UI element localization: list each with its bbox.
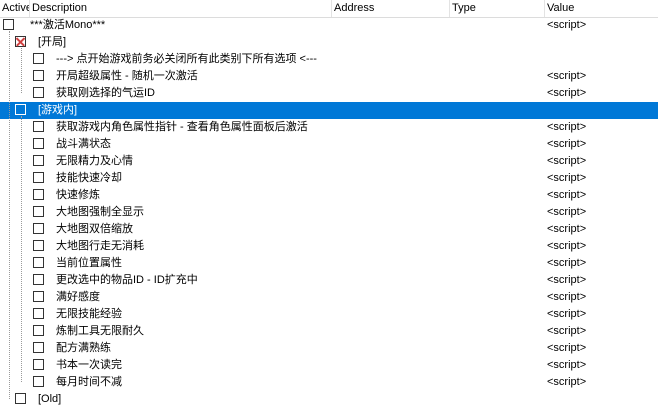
row-value[interactable]: <script> bbox=[547, 374, 586, 391]
table-row[interactable]: 无限技能经验 <script> bbox=[0, 306, 658, 323]
table-row[interactable]: [Old] bbox=[0, 391, 658, 408]
row-description: 当前位置属性 bbox=[56, 257, 122, 269]
table-row[interactable]: 快速修炼 <script> bbox=[0, 187, 658, 204]
active-checkbox[interactable] bbox=[33, 223, 44, 234]
table-row[interactable]: 技能快速冷却 <script> bbox=[0, 170, 658, 187]
row-description: 满好感度 bbox=[56, 291, 100, 303]
active-checkbox[interactable] bbox=[33, 359, 44, 370]
row-description: 炼制工具无限耐久 bbox=[56, 325, 144, 337]
active-checkbox[interactable] bbox=[33, 172, 44, 183]
active-checkbox[interactable] bbox=[33, 155, 44, 166]
active-checkbox[interactable] bbox=[33, 206, 44, 217]
active-checkbox[interactable] bbox=[33, 240, 44, 251]
row-description: 无限技能经验 bbox=[56, 308, 122, 320]
column-description[interactable]: Description bbox=[30, 0, 332, 17]
table-row[interactable]: 更改选中的物品ID - ID扩充中 <script> bbox=[0, 272, 658, 289]
column-type[interactable]: Type bbox=[450, 0, 545, 17]
row-description: 开局超级属性 - 随机一次激活 bbox=[56, 70, 198, 82]
active-checkbox[interactable] bbox=[33, 70, 44, 81]
tree-connector bbox=[9, 31, 10, 399]
row-value[interactable]: <script> bbox=[547, 85, 586, 102]
active-checkbox[interactable] bbox=[33, 138, 44, 149]
row-value[interactable]: <script> bbox=[547, 323, 586, 340]
row-value[interactable]: <script> bbox=[547, 68, 586, 85]
active-checkbox[interactable] bbox=[15, 104, 26, 115]
row-description: 大地图强制全显示 bbox=[56, 206, 144, 218]
table-row[interactable]: 大地图双倍缩放 <script> bbox=[0, 221, 658, 238]
row-description: [游戏内] bbox=[38, 104, 78, 116]
active-checkbox[interactable] bbox=[33, 342, 44, 353]
column-active[interactable]: Active bbox=[0, 0, 30, 17]
column-value[interactable]: Value bbox=[545, 0, 658, 17]
table-row[interactable]: 大地图强制全显示 <script> bbox=[0, 204, 658, 221]
active-checkbox[interactable] bbox=[3, 19, 14, 30]
row-description: 快速修炼 bbox=[56, 189, 100, 201]
active-checkbox[interactable] bbox=[15, 393, 26, 404]
tree-connector bbox=[21, 48, 22, 93]
table-row[interactable]: 获取刚选择的气运ID <script> bbox=[0, 85, 658, 102]
row-description: 获取游戏内角色属性指针 - 查看角色属性面板后激活 bbox=[56, 121, 308, 133]
row-value[interactable]: <script> bbox=[547, 170, 586, 187]
row-description: 获取刚选择的气运ID bbox=[56, 87, 155, 99]
row-description: 大地图行走无消耗 bbox=[56, 240, 144, 252]
row-description: ***激活Mono*** bbox=[30, 19, 106, 31]
table-row[interactable]: 大地图行走无消耗 <script> bbox=[0, 238, 658, 255]
active-checkbox[interactable] bbox=[33, 325, 44, 336]
table-row[interactable]: 获取游戏内角色属性指针 - 查看角色属性面板后激活 <script> bbox=[0, 119, 658, 136]
row-description: ---> 点开始游戏前务必关闭所有此类别下所有选项 <--- bbox=[56, 53, 317, 65]
row-value[interactable]: <script> bbox=[547, 306, 586, 323]
active-checkbox[interactable] bbox=[33, 53, 44, 64]
table-row[interactable]: [开局] bbox=[0, 34, 658, 51]
table-row[interactable]: 书本一次读完 <script> bbox=[0, 357, 658, 374]
row-value[interactable]: <script> bbox=[547, 255, 586, 272]
row-value[interactable]: <script> bbox=[547, 187, 586, 204]
active-checkbox[interactable] bbox=[33, 274, 44, 285]
row-value[interactable]: <script> bbox=[547, 153, 586, 170]
table-row[interactable]: 满好感度 <script> bbox=[0, 289, 658, 306]
active-checkbox[interactable] bbox=[33, 257, 44, 268]
row-value[interactable]: <script> bbox=[547, 17, 586, 34]
column-header: Active Description Address Type Value bbox=[0, 0, 658, 18]
table-row[interactable]: 无限精力及心情 <script> bbox=[0, 153, 658, 170]
table-row[interactable]: ---> 点开始游戏前务必关闭所有此类别下所有选项 <--- bbox=[0, 51, 658, 68]
table-row[interactable]: 开局超级属性 - 随机一次激活 <script> bbox=[0, 68, 658, 85]
row-value[interactable]: <script> bbox=[547, 357, 586, 374]
table-row[interactable]: [游戏内] bbox=[0, 102, 658, 119]
row-value[interactable]: <script> bbox=[547, 238, 586, 255]
active-checkbox[interactable] bbox=[33, 121, 44, 132]
column-address[interactable]: Address bbox=[332, 0, 450, 17]
tree-connector bbox=[21, 116, 22, 382]
row-description: [开局] bbox=[38, 36, 67, 48]
row-description: 战斗满状态 bbox=[56, 138, 111, 150]
row-description: [Old] bbox=[38, 393, 62, 405]
row-value[interactable]: <script> bbox=[547, 136, 586, 153]
active-checkbox[interactable] bbox=[33, 87, 44, 98]
table-row[interactable]: ***激活Mono*** <script> bbox=[0, 17, 658, 34]
table-row[interactable]: 当前位置属性 <script> bbox=[0, 255, 658, 272]
active-checkbox[interactable] bbox=[33, 308, 44, 319]
table-row[interactable]: 配方满熟练 <script> bbox=[0, 340, 658, 357]
row-value[interactable]: <script> bbox=[547, 289, 586, 306]
active-checkbox[interactable] bbox=[33, 291, 44, 302]
active-checkbox[interactable] bbox=[33, 376, 44, 387]
row-description: 书本一次读完 bbox=[56, 359, 122, 371]
row-description: 配方满熟练 bbox=[56, 342, 111, 354]
row-value[interactable]: <script> bbox=[547, 272, 586, 289]
active-checkbox[interactable] bbox=[33, 189, 44, 200]
table-row[interactable]: 战斗满状态 <script> bbox=[0, 136, 658, 153]
cheat-table-list: ***激活Mono*** <script> [开局] ---> 点开始游戏前务必关闭所… bbox=[0, 17, 658, 408]
row-value[interactable]: <script> bbox=[547, 204, 586, 221]
row-value[interactable]: <script> bbox=[547, 340, 586, 357]
row-description: 技能快速冷却 bbox=[56, 172, 122, 184]
active-checkbox-x[interactable] bbox=[15, 36, 26, 47]
row-description: 无限精力及心情 bbox=[56, 155, 133, 167]
row-description: 大地图双倍缩放 bbox=[56, 223, 133, 235]
row-value[interactable]: <script> bbox=[547, 221, 586, 238]
table-row[interactable]: 每月时间不减 <script> bbox=[0, 374, 658, 391]
row-description: 更改选中的物品ID - ID扩充中 bbox=[56, 274, 198, 286]
row-description: 每月时间不减 bbox=[56, 376, 122, 388]
row-value[interactable]: <script> bbox=[547, 119, 586, 136]
table-row[interactable]: 炼制工具无限耐久 <script> bbox=[0, 323, 658, 340]
